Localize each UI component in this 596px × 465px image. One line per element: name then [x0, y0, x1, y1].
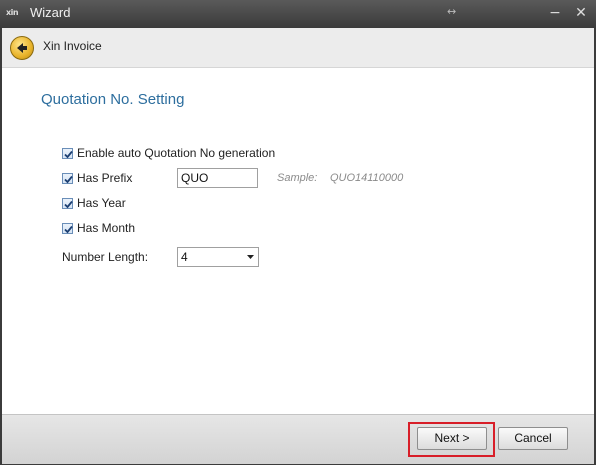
- has-month-checkbox[interactable]: [62, 223, 73, 234]
- sample-value: QUO14110000: [330, 172, 404, 184]
- window-title: Wizard: [30, 5, 71, 20]
- checkmark-icon: [64, 175, 73, 184]
- number-length-label: Number Length:: [62, 250, 149, 264]
- close-button[interactable]: ✕: [572, 4, 590, 22]
- has-year-checkbox[interactable]: [62, 198, 73, 209]
- dropdown-arrow-icon: [247, 255, 254, 259]
- next-button-highlight: [408, 422, 495, 457]
- header-title: Xin Invoice: [43, 39, 102, 53]
- checkmark-icon: [64, 225, 73, 234]
- wizard-header: Xin Invoice: [2, 28, 594, 68]
- page-title: Quotation No. Setting: [41, 91, 185, 108]
- enable-auto-label: Enable auto Quotation No generation: [77, 146, 276, 160]
- back-arrow-icon: [17, 43, 27, 53]
- back-button[interactable]: [10, 36, 34, 60]
- wizard-window: xin Wizard ↔ − ✕ Xin Invoice Quotation N…: [0, 0, 596, 465]
- has-month-label: Has Month: [77, 221, 136, 235]
- number-length-value: 4: [181, 250, 188, 264]
- minimize-button[interactable]: −: [546, 4, 564, 22]
- has-prefix-label: Has Prefix: [77, 171, 133, 185]
- cancel-button[interactable]: Cancel: [498, 427, 568, 450]
- prefix-input[interactable]: [177, 168, 258, 188]
- number-length-select[interactable]: 4: [177, 247, 259, 267]
- wizard-content: Quotation No. Setting Enable auto Quotat…: [2, 68, 594, 414]
- app-icon: xin: [6, 8, 19, 17]
- wizard-footer: Next > Cancel: [2, 414, 594, 464]
- has-prefix-checkbox[interactable]: [62, 173, 73, 184]
- sample-label: Sample:: [277, 172, 318, 184]
- checkmark-icon: [64, 150, 73, 159]
- title-bar[interactable]: xin Wizard ↔ − ✕: [0, 0, 596, 28]
- resize-cursor-icon: ↔: [447, 5, 457, 18]
- has-year-label: Has Year: [77, 196, 126, 210]
- checkmark-icon: [64, 200, 73, 209]
- enable-auto-checkbox[interactable]: [62, 148, 73, 159]
